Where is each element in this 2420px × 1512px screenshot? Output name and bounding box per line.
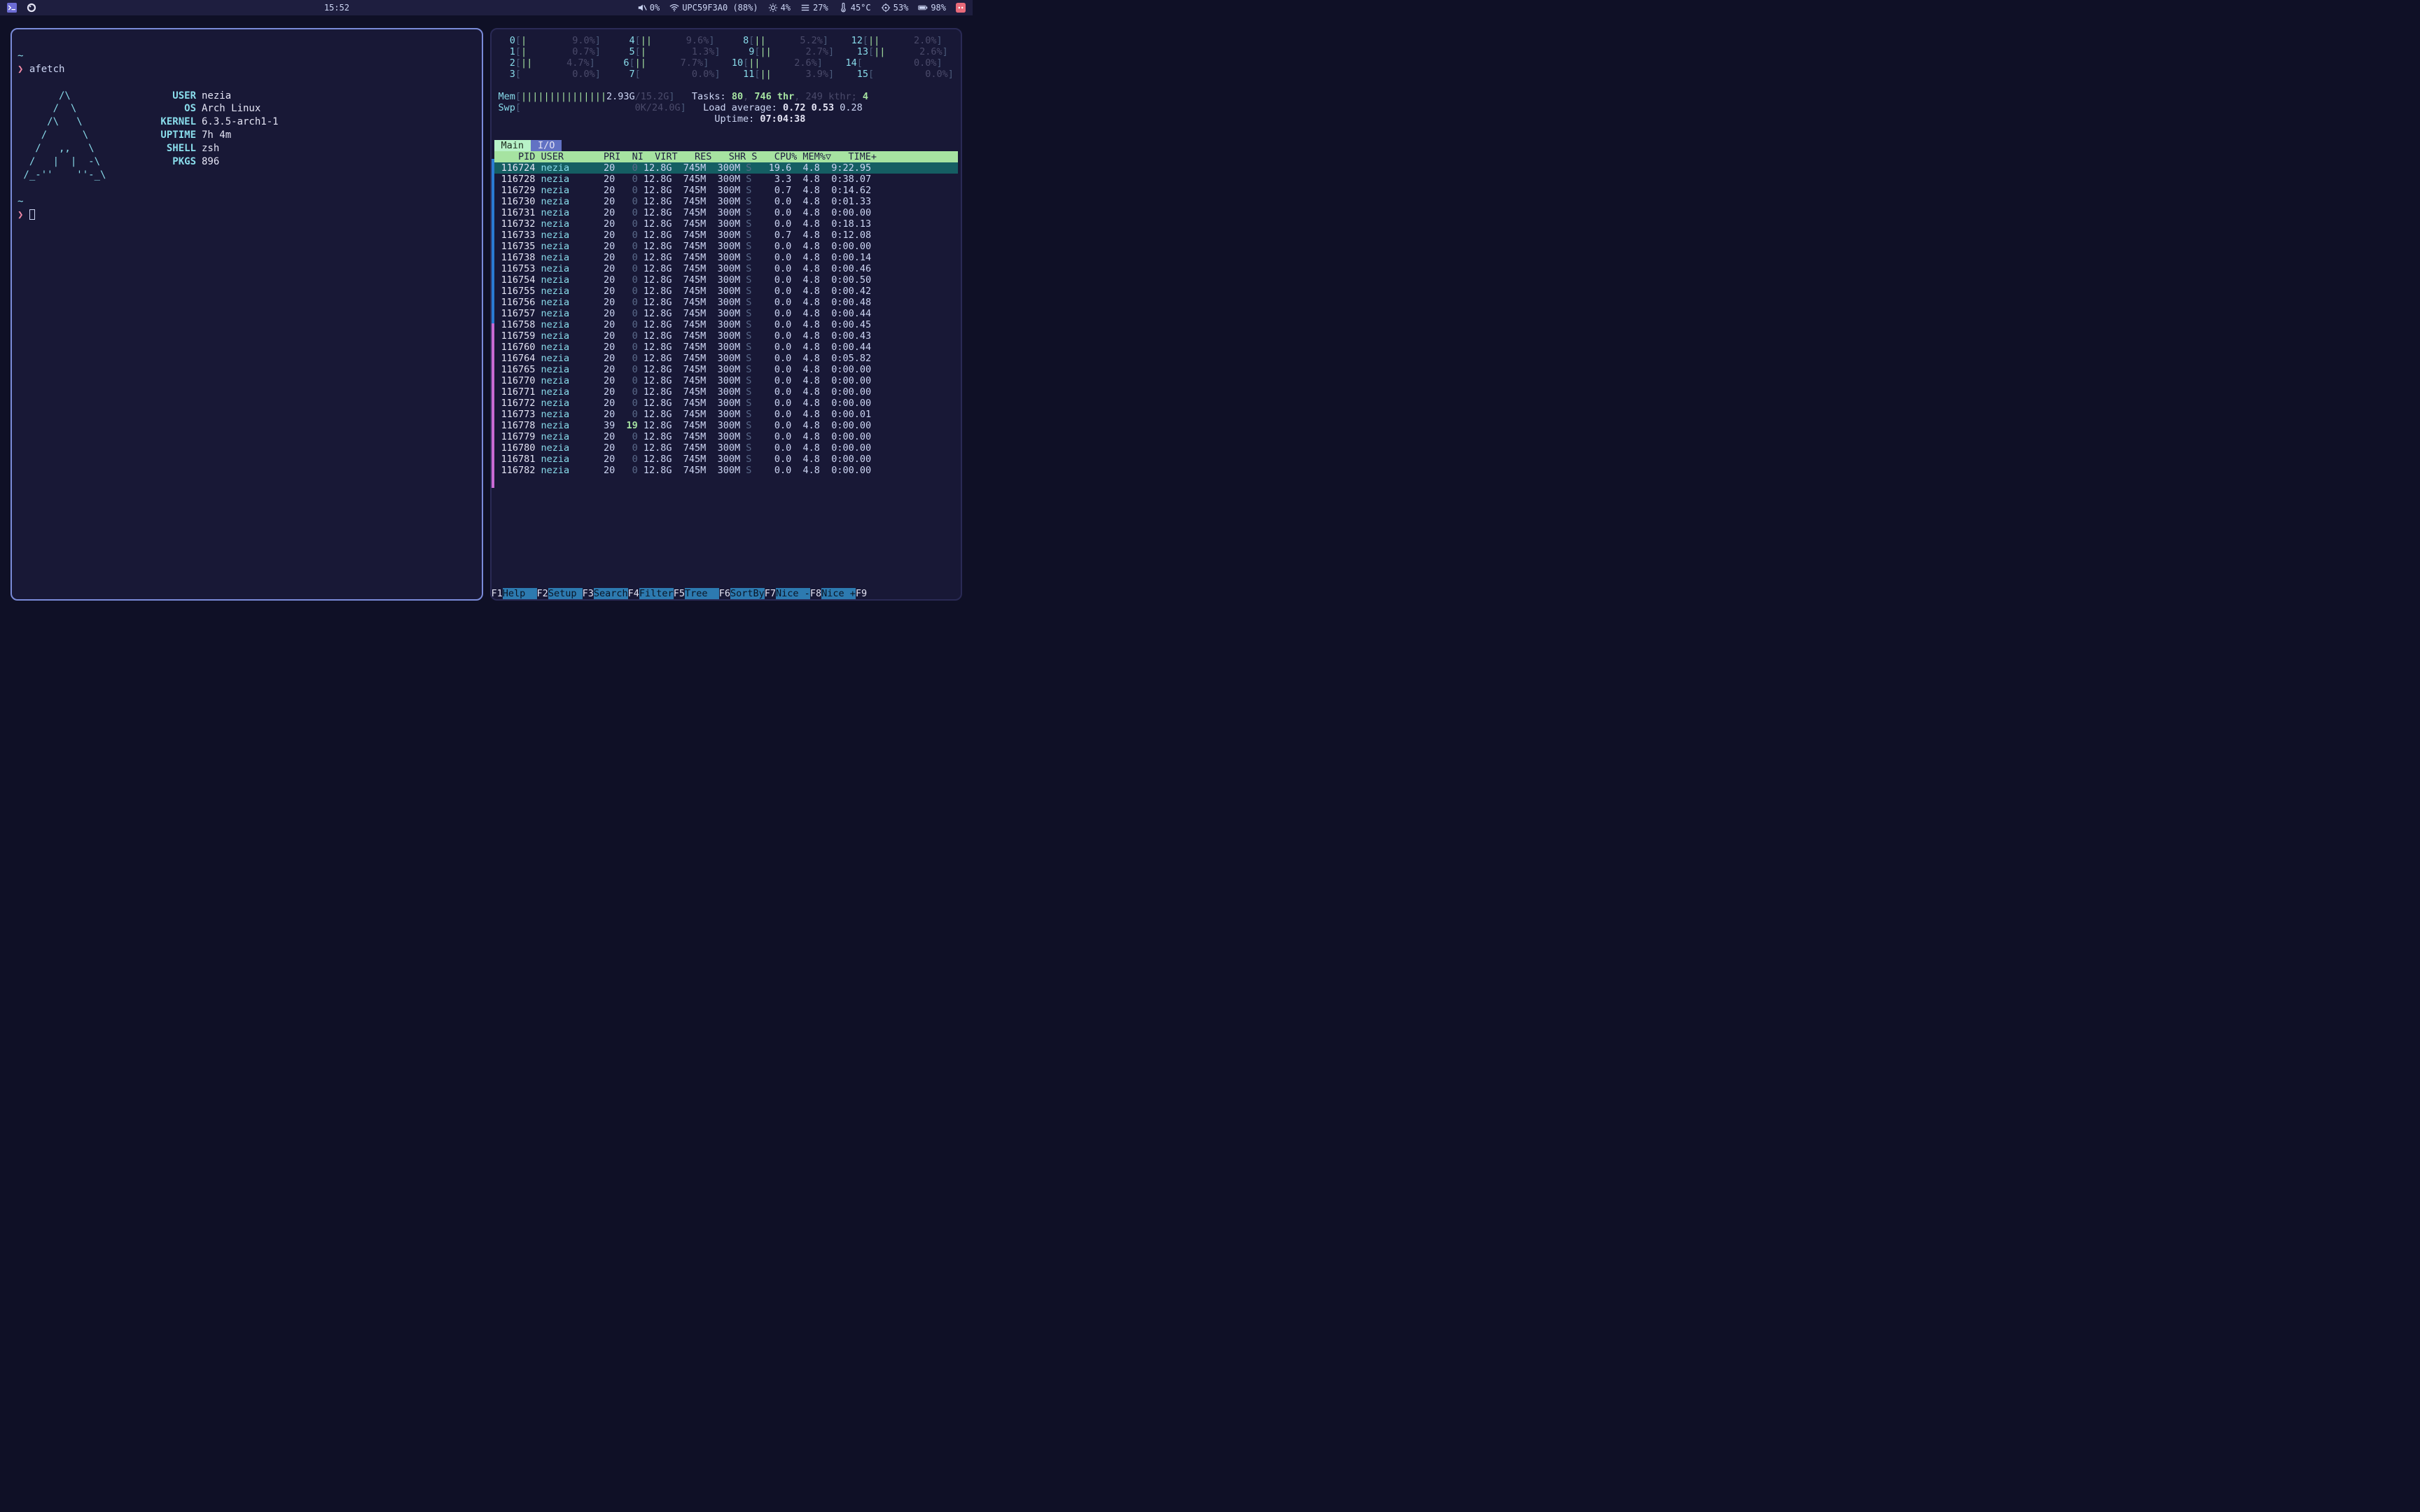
table-row[interactable]: 116758 nezia 20 0 12.8G 745M 300M S 0.0 … [494, 319, 959, 330]
tray-wifi[interactable]: UPC59F3A0 (88%) [669, 3, 758, 13]
tray-volume[interactable]: 0% [637, 3, 660, 13]
ascii-art: /\ / \ /\ \ / \ / ,, \ / | | -\ /_-'' ''… [18, 76, 144, 182]
tray-brightness[interactable]: 4% [768, 3, 791, 13]
tab-io[interactable]: I/O [531, 140, 562, 151]
table-row[interactable]: 116754 nezia 20 0 12.8G 745M 300M S 0.0 … [494, 274, 959, 286]
tray-temperature[interactable]: 45°C [838, 3, 871, 13]
tab-main[interactable]: Main [494, 140, 531, 151]
mem-text: 2.93G/15.2G [606, 91, 669, 102]
cursor[interactable] [29, 209, 35, 220]
swp-text: 0K/24.0G [521, 102, 681, 113]
table-row[interactable]: 116728 nezia 20 0 12.8G 745M 300M S 3.3 … [494, 174, 959, 185]
cpu-meters: 0[| 9.0%] 4[|| 9.6%] 8[|| 5.2%] 12[|| 2.… [494, 32, 959, 137]
table-row[interactable]: 116770 nezia 20 0 12.8G 745M 300M S 0.0 … [494, 375, 959, 386]
table-row[interactable]: 116757 nezia 20 0 12.8G 745M 300M S 0.0 … [494, 308, 959, 319]
table-row[interactable]: 116729 nezia 20 0 12.8G 745M 300M S 0.7 … [494, 185, 959, 196]
table-row[interactable]: 116780 nezia 20 0 12.8G 745M 300M S 0.0 … [494, 442, 959, 454]
table-row[interactable]: 116773 nezia 20 0 12.8G 745M 300M S 0.0 … [494, 409, 959, 420]
entered-command: afetch [29, 64, 65, 75]
table-row[interactable]: 116735 nezia 20 0 12.8G 745M 300M S 0.0 … [494, 241, 959, 252]
tray-storage[interactable]: 27% [800, 3, 828, 13]
table-row[interactable]: 116730 nezia 20 0 12.8G 745M 300M S 0.0 … [494, 196, 959, 207]
table-row[interactable]: 116778 nezia 39 19 12.8G 745M 300M S 0.0… [494, 420, 959, 431]
tray-obs-icon[interactable] [27, 3, 36, 13]
htop-tabs: MainI/O [494, 140, 959, 151]
table-row[interactable]: 116782 nezia 20 0 12.8G 745M 300M S 0.0 … [494, 465, 959, 476]
prompt-symbol-2: ❯ [18, 209, 23, 220]
table-row[interactable]: 116756 nezia 20 0 12.8G 745M 300M S 0.0 … [494, 297, 959, 308]
table-row[interactable]: 116759 nezia 20 0 12.8G 745M 300M S 0.0 … [494, 330, 959, 342]
table-row[interactable]: 116724 nezia 20 0 12.8G 745M 300M S 19.6… [494, 162, 959, 174]
table-row[interactable]: 116781 nezia 20 0 12.8G 745M 300M S 0.0 … [494, 454, 959, 465]
clock[interactable]: 15:52 [324, 3, 349, 13]
tray-terminal-icon[interactable] [7, 3, 17, 13]
table-row[interactable]: 116779 nezia 20 0 12.8G 745M 300M S 0.0 … [494, 431, 959, 442]
function-key-bar[interactable]: F1Help F2Setup F3SearchF4FilterF5Tree F6… [492, 588, 961, 599]
table-row[interactable]: 116764 nezia 20 0 12.8G 745M 300M S 0.0 … [494, 353, 959, 364]
table-row[interactable]: 116738 nezia 20 0 12.8G 745M 300M S 0.0 … [494, 252, 959, 263]
terminal-right-htop[interactable]: 0[| 9.0%] 4[|| 9.6%] 8[|| 5.2%] 12[|| 2.… [490, 28, 963, 601]
table-row[interactable]: 116765 nezia 20 0 12.8G 745M 300M S 0.0 … [494, 364, 959, 375]
tray-discord-icon[interactable] [956, 3, 966, 13]
system-info-block: USERnezia OSArch Linux KERNEL6.3.5-arch1… [144, 76, 279, 182]
table-row[interactable]: 116772 nezia 20 0 12.8G 745M 300M S 0.0 … [494, 398, 959, 409]
process-list[interactable]: 116724 nezia 20 0 12.8G 745M 300M S 19.6… [494, 162, 959, 476]
tray-battery[interactable]: 98% [918, 3, 946, 13]
terminal-left[interactable]: ~ ❯ afetch /\ / \ /\ \ / \ / ,, \ / | | … [11, 28, 483, 601]
tray-cpu[interactable]: 53% [881, 3, 909, 13]
table-row[interactable]: 116731 nezia 20 0 12.8G 745M 300M S 0.0 … [494, 207, 959, 218]
table-row[interactable]: 116755 nezia 20 0 12.8G 745M 300M S 0.0 … [494, 286, 959, 297]
table-row[interactable]: 116733 nezia 20 0 12.8G 745M 300M S 0.7 … [494, 230, 959, 241]
table-row[interactable]: 116753 nezia 20 0 12.8G 745M 300M S 0.0 … [494, 263, 959, 274]
status-bar: 15:52 0% UPC59F3A0 (88%) 4% 27% 45°C 53% [0, 0, 973, 15]
table-row[interactable]: 116760 nezia 20 0 12.8G 745M 300M S 0.0 … [494, 342, 959, 353]
table-row[interactable]: 116732 nezia 20 0 12.8G 745M 300M S 0.0 … [494, 218, 959, 230]
prompt-symbol: ❯ [18, 64, 23, 75]
table-row[interactable]: 116771 nezia 20 0 12.8G 745M 300M S 0.0 … [494, 386, 959, 398]
process-header[interactable]: PID USER PRI NI VIRT RES SHR S CPU% MEM%… [494, 151, 959, 162]
